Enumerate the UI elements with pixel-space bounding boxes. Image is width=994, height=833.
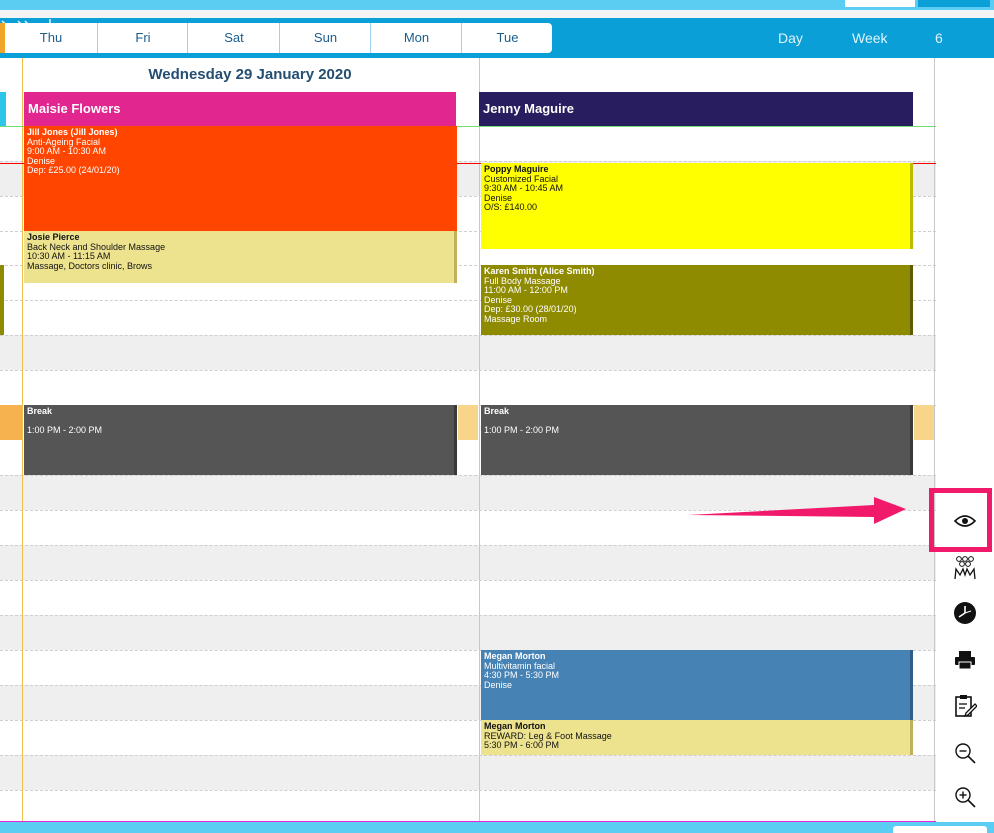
grid-line [0, 370, 936, 371]
printer-icon[interactable] [945, 645, 985, 675]
appointment-time: 4:30 PM - 5:30 PM [484, 670, 560, 680]
appointment-card[interactable]: Karen Smith (Alice Smith) Full Body Mass… [481, 265, 913, 335]
appointment-time: 9:00 AM - 10:30 AM [27, 146, 107, 156]
time-slot-stripe [0, 335, 936, 370]
adjacent-break-fragment [458, 405, 478, 440]
appointment-time: 11:00 AM - 12:00 PM [484, 285, 568, 295]
appointment-note: O/S: £140.00 [484, 202, 538, 212]
appointment-note: Dep: £30.00 (28/01/20) [484, 304, 577, 314]
break-label: Break [484, 406, 510, 416]
tab-fri[interactable]: Fri [97, 23, 188, 53]
appointment-staff: Denise [484, 192, 513, 203]
appointment-time: 9:30 AM - 10:45 AM [484, 183, 564, 193]
appointment-time: 5:30 PM - 6:00 PM [484, 740, 560, 750]
bottom-strip [0, 822, 994, 833]
appointment-card[interactable]: Megan Morton Multivitamin facial 4:30 PM… [481, 650, 913, 720]
clock-icon[interactable] [945, 598, 985, 628]
appointment-card[interactable]: Jill Jones (Jill Jones) Anti-Ageing Faci… [24, 126, 457, 231]
grid-line [0, 615, 936, 616]
bottom-strip-button[interactable] [893, 826, 987, 833]
tab-sat[interactable]: Sat [187, 23, 280, 53]
grid-line [0, 335, 936, 336]
break-block[interactable]: Break 1:00 PM - 2:00 PM [481, 405, 913, 475]
notes-icon[interactable] [945, 691, 985, 721]
column-separator [479, 58, 480, 822]
top-strip-segment-active[interactable] [918, 0, 990, 7]
appointment-staff: Denise [484, 679, 513, 690]
current-day-column-line [22, 58, 23, 822]
grid-line [0, 755, 936, 756]
tab-sun[interactable]: Sun [279, 23, 371, 53]
appointment-rooms: Massage, Doctors clinic, Brows [27, 260, 153, 271]
tab-thu[interactable]: Thu [5, 23, 97, 53]
tab-tue[interactable]: Tue [461, 23, 553, 53]
grid-line [0, 580, 936, 581]
break-time: 1:00 PM - 2:00 PM [27, 424, 103, 435]
calendar-navbar: Thu Fri Sat Sun Mon Tue Day Week 6 [0, 18, 994, 58]
break-block[interactable]: Break 1:00 PM - 2:00 PM [24, 405, 457, 475]
time-slot-stripe [0, 545, 936, 580]
adjacent-appointment-fragment [0, 265, 4, 335]
highlight-box [929, 488, 992, 552]
column-count: 6 [935, 30, 943, 46]
appointment-card[interactable]: Megan Morton REWARD: Leg & Foot Massage … [481, 720, 913, 755]
tab-mon[interactable]: Mon [370, 23, 462, 53]
appointment-card[interactable]: Poppy Maguire Customized Facial 9:30 AM … [481, 163, 913, 249]
group-icon[interactable] [945, 553, 985, 583]
adjacent-column-header [0, 92, 6, 126]
grid-line [0, 475, 936, 476]
calendar-grid: Wednesday 29 January 2020 Maisie Flowers… [0, 58, 936, 822]
grid-line [0, 545, 936, 546]
appointment-room: Massage Room [484, 313, 548, 324]
time-slot-stripe [0, 755, 936, 790]
top-strip [0, 0, 994, 10]
day-tabs: Thu Fri Sat Sun Mon Tue [0, 23, 552, 53]
staff-column-header[interactable]: Jenny Maguire [479, 92, 913, 126]
adjacent-break-fragment [0, 405, 22, 440]
column-separator [934, 58, 935, 822]
break-time: 1:00 PM - 2:00 PM [484, 424, 560, 435]
day-view-label[interactable]: Day [778, 18, 803, 58]
staff-column-header[interactable]: Maisie Flowers [24, 92, 456, 126]
week-view-label[interactable]: Week [852, 18, 888, 58]
grid-line [0, 790, 936, 791]
date-title: Wednesday 29 January 2020 [148, 66, 352, 83]
top-strip-segment[interactable] [845, 0, 915, 7]
appointment-note: Dep: £25.00 (24/01/20) [27, 165, 120, 175]
zoom-out-icon[interactable] [945, 738, 985, 768]
break-label: Break [27, 406, 53, 416]
appointment-card[interactable]: Josie Pierce Back Neck and Shoulder Mass… [24, 231, 457, 283]
zoom-in-icon[interactable] [945, 782, 985, 812]
arrow-pointer-icon [688, 497, 906, 524]
time-slot-stripe [0, 615, 936, 650]
adjacent-break-fragment [914, 405, 934, 440]
